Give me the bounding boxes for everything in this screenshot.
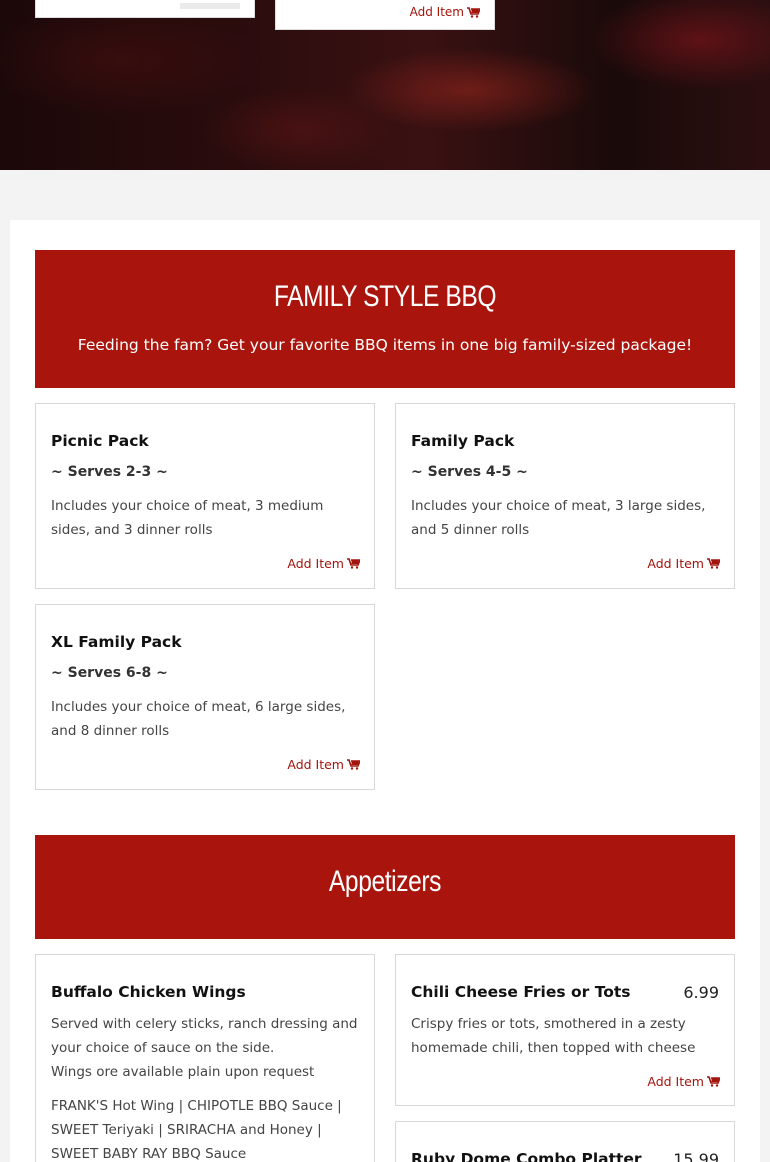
menu-item-price: 6.99 <box>683 983 719 1002</box>
menu-item-serves: ~ Serves 6-8 ~ <box>51 665 168 681</box>
menu-item-serves: ~ Serves 2-3 ~ <box>51 464 168 480</box>
family-style-subheading: Feeding the fam? Get your favorite BBQ i… <box>77 336 693 354</box>
menu-item-description: Crispy fries or tots, smothered in a zes… <box>411 1016 696 1056</box>
hero-card-left <box>35 0 255 18</box>
family-style-heading: FAMILY STYLE BBQ <box>273 280 497 313</box>
appetizers-banner: Appetizers <box>35 835 735 939</box>
shopping-cart-icon <box>467 6 480 18</box>
add-item-label: Add Item <box>647 1074 704 1089</box>
menu-item-sauces: FRANK'S Hot Wing | CHIPOTLE BBQ Sauce | … <box>51 1098 342 1162</box>
menu-item-serves: ~ Serves 4-5 ~ <box>411 464 528 480</box>
menu-item-card[interactable]: Family Pack ~ Serves 4-5 ~ Includes your… <box>395 403 735 589</box>
shopping-cart-icon <box>347 558 360 569</box>
hero-card-left-faded-text <box>180 3 240 9</box>
hero-card-right: Add Item <box>275 0 495 30</box>
hero-banner: Add Item <box>0 0 770 170</box>
add-item-button[interactable]: Add Item <box>287 556 360 571</box>
menu-item-title: XL Family Pack <box>51 633 182 651</box>
shopping-cart-icon <box>707 1076 720 1087</box>
add-item-label: Add Item <box>287 757 344 772</box>
menu-item-card[interactable]: XL Family Pack ~ Serves 6-8 ~ Includes y… <box>35 604 375 790</box>
menu-item-card[interactable]: Buffalo Chicken Wings Served with celery… <box>35 954 375 1162</box>
menu-item-note: Wings ore available plain upon request <box>51 1064 315 1080</box>
menu-item-title: Picnic Pack <box>51 432 149 450</box>
menu-item-price: 15.99 <box>673 1150 719 1162</box>
shopping-cart-icon <box>347 759 360 770</box>
menu-item-card[interactable]: Ruby Dome Combo Platter 15.99 <box>395 1121 735 1162</box>
add-item-button[interactable]: Add Item <box>647 556 720 571</box>
shopping-cart-icon <box>707 558 720 569</box>
menu-item-title: Family Pack <box>411 432 515 450</box>
add-item-label: Add Item <box>287 556 344 571</box>
menu-item-description: Includes your choice of meat, 3 medium s… <box>51 498 324 538</box>
appetizers-heading: Appetizers <box>328 865 442 898</box>
add-item-button[interactable]: Add Item <box>287 757 360 772</box>
add-item-label: Add Item <box>409 5 464 19</box>
menu-item-description: Includes your choice of meat, 3 large si… <box>411 498 706 538</box>
menu-item-description: Served with celery sticks, ranch dressin… <box>51 1016 358 1056</box>
menu-item-title: Ruby Dome Combo Platter <box>411 1150 642 1162</box>
menu-item-description: Includes your choice of meat, 6 large si… <box>51 699 346 739</box>
family-style-banner: FAMILY STYLE BBQ Feeding the fam? Get yo… <box>35 250 735 388</box>
menu-item-title: Buffalo Chicken Wings <box>51 983 246 1001</box>
add-item-label: Add Item <box>647 556 704 571</box>
add-item-button[interactable]: Add Item <box>647 1074 720 1089</box>
menu-item-card[interactable]: Picnic Pack ~ Serves 2-3 ~ Includes your… <box>35 403 375 589</box>
menu-item-card[interactable]: Chili Cheese Fries or Tots 6.99 Crispy f… <box>395 954 735 1106</box>
menu-item-title: Chili Cheese Fries or Tots <box>411 983 631 1001</box>
add-item-button[interactable]: Add Item <box>410 5 480 19</box>
